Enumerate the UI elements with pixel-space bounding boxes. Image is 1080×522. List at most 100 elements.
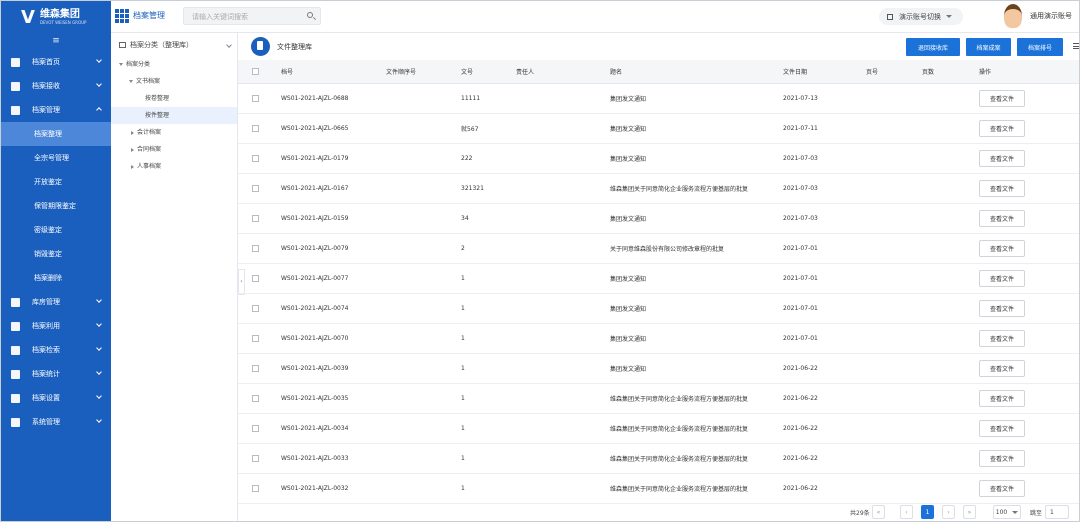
page-size-select[interactable]: 100 [993,505,1021,519]
column-menu-icon[interactable] [1073,43,1079,49]
next-page-icon[interactable]: › [942,505,955,519]
view-file-button[interactable]: 查看文件 [979,450,1025,467]
view-file-button[interactable]: 查看文件 [979,150,1025,167]
user-name[interactable]: 通用演示账号 [1030,11,1072,21]
view-file-button[interactable]: 查看文件 [979,90,1025,107]
col-header[interactable]: 题名 [610,60,622,83]
col-header[interactable]: 文件顺序号 [386,60,416,83]
tree-header[interactable]: 档案分类（整理库） [111,33,237,56]
col-header[interactable]: 责任人 [516,60,534,83]
sidebar-item[interactable]: 档案管理 [1,98,111,122]
tree-node-personnel[interactable]: 人事档案 [111,158,237,175]
sidebar-subitem[interactable]: 档案整理 [1,122,111,146]
prev-page-icon[interactable]: ‹ [900,505,913,519]
view-file-button[interactable]: 查看文件 [979,480,1025,497]
view-file-button[interactable]: 查看文件 [979,330,1025,347]
tree-node-contract[interactable]: 合同档案 [111,141,237,158]
menu-collapse-icon[interactable]: ≡ [1,33,111,50]
row-checkbox[interactable] [252,305,259,312]
tree-node-root[interactable]: 档案分类 [111,56,237,73]
row-checkbox[interactable] [252,365,259,372]
table-row[interactable]: WS01-2021-AJZL-0179 222 集团发文通知 2021-07-03 查看… [238,144,1079,174]
goto-page-input[interactable]: 1 [1045,505,1069,519]
sidebar-item[interactable]: 档案设置 [1,386,111,410]
table-row[interactable]: WS01-2021-AJZL-0079 2 关于同意维森股份有限公司修改章程的批复 2… [238,234,1079,264]
row-checkbox[interactable] [252,95,259,102]
search-input[interactable]: 请输入关键词搜索 [183,7,321,25]
col-header[interactable]: 页数 [922,60,934,83]
row-checkbox[interactable] [252,155,259,162]
view-file-button[interactable]: 查看文件 [979,270,1025,287]
cell-title: 集团发文通知 [610,276,647,283]
tree-node-by-item[interactable]: 按件整理 [111,107,237,124]
table-row[interactable]: WS01-2021-AJZL-0077 1 集团发文通知 2021-07-01 查看文件 [238,264,1079,294]
table-row[interactable]: WS01-2021-AJZL-0688 11111 集团发文通知 2021-07-13… [238,84,1079,114]
account-switch-button[interactable]: 演示账号切换 [879,8,963,25]
table-row[interactable]: WS01-2021-AJZL-0033 1 维森集团关于同意简化企业服务流程方便基层… [238,444,1079,474]
row-checkbox[interactable] [252,425,259,432]
sidebar-item[interactable]: 档案利用 [1,314,111,338]
sidebar-subitem[interactable]: 销毁鉴定 [1,242,111,266]
row-checkbox[interactable] [252,275,259,282]
view-file-button[interactable]: 查看文件 [979,240,1025,257]
bar-chart-icon [11,369,20,379]
sidebar-item[interactable]: 档案接收 [1,74,111,98]
archive-number-button[interactable]: 档案排号 [1017,38,1063,56]
table-row[interactable]: WS01-2021-AJZL-0159 34 集团发文通知 2021-07-03 查看文… [238,204,1079,234]
search-icon[interactable] [307,12,313,18]
first-page-icon[interactable]: « [872,505,885,519]
row-checkbox[interactable] [252,395,259,402]
view-file-button[interactable]: 查看文件 [979,210,1025,227]
sidebar-subitem[interactable]: 档案删除 [1,266,111,290]
sidebar-subitem[interactable]: 保管期限鉴定 [1,194,111,218]
view-file-button[interactable]: 查看文件 [979,300,1025,317]
view-file-button[interactable]: 查看文件 [979,390,1025,407]
archive-case-button[interactable]: 档案成案 [966,38,1011,56]
row-checkbox[interactable] [252,245,259,252]
table-row[interactable]: WS01-2021-AJZL-0039 1 集团发文通知 2021-06-22 查看文件 [238,354,1079,384]
cell-docno: 1 [461,305,465,312]
sidebar-subitem[interactable]: 开放鉴定 [1,170,111,194]
avatar[interactable] [1004,4,1022,28]
sidebar-subitem[interactable]: 全宗号管理 [1,146,111,170]
table-row[interactable]: WS01-2021-AJZL-0665 就567 集团发文通知 2021-07-11 查… [238,114,1079,144]
table-row[interactable]: WS01-2021-AJZL-0070 1 集团发文通知 2021-07-01 查看文件 [238,324,1079,354]
sidebar-item[interactable]: 系统管理 [1,410,111,434]
brand-logo[interactable]: V 维森集团 DEVOT WEISEN GROUP [1,1,111,33]
tree-node-by-volume[interactable]: 按卷整理 [111,90,237,107]
col-header[interactable]: 页号 [866,60,878,83]
select-all-checkbox[interactable] [252,68,259,75]
col-header[interactable]: 文件日期 [783,60,807,83]
table-row[interactable]: WS01-2021-AJZL-0167 321321 维森集团关于同意简化企业服务流… [238,174,1079,204]
return-to-receive-button[interactable]: 退回接收库 [906,38,960,56]
tree-node-accounting[interactable]: 会计档案 [111,124,237,141]
page-number[interactable]: 1 [921,505,934,519]
row-checkbox[interactable] [252,185,259,192]
total-count: 共29条 [850,509,870,517]
table-row[interactable]: WS01-2021-AJZL-0074 1 集团发文通知 2021-07-01 查看文件 [238,294,1079,324]
row-checkbox[interactable] [252,455,259,462]
col-header[interactable]: 档号 [281,60,293,83]
sidebar-item[interactable]: 库房管理 [1,290,111,314]
row-checkbox[interactable] [252,335,259,342]
app-grid-icon[interactable] [115,9,129,23]
table-row[interactable]: WS01-2021-AJZL-0032 1 维森集团关于同意简化企业服务流程方便基层… [238,474,1079,504]
table-row[interactable]: WS01-2021-AJZL-0035 1 维森集团关于同意简化企业服务流程方便基层… [238,384,1079,414]
cell-code: WS01-2021-AJZL-0079 [281,245,349,252]
col-header[interactable]: 文号 [461,60,473,83]
sidebar-item[interactable]: 档案检索 [1,338,111,362]
view-file-button[interactable]: 查看文件 [979,120,1025,137]
table-row[interactable]: WS01-2021-AJZL-0034 1 维森集团关于同意简化企业服务流程方便基层… [238,414,1079,444]
last-page-icon[interactable]: » [963,505,976,519]
row-checkbox[interactable] [252,125,259,132]
module-title: 档案管理 [133,11,165,20]
sidebar-item[interactable]: 档案统计 [1,362,111,386]
row-checkbox[interactable] [252,215,259,222]
sidebar-item[interactable]: 档案首页 [1,50,111,74]
sidebar-subitem[interactable]: 密级鉴定 [1,218,111,242]
view-file-button[interactable]: 查看文件 [979,360,1025,377]
row-checkbox[interactable] [252,485,259,492]
tree-node-doc-archive[interactable]: 文书档案 [111,73,237,90]
view-file-button[interactable]: 查看文件 [979,420,1025,437]
view-file-button[interactable]: 查看文件 [979,180,1025,197]
